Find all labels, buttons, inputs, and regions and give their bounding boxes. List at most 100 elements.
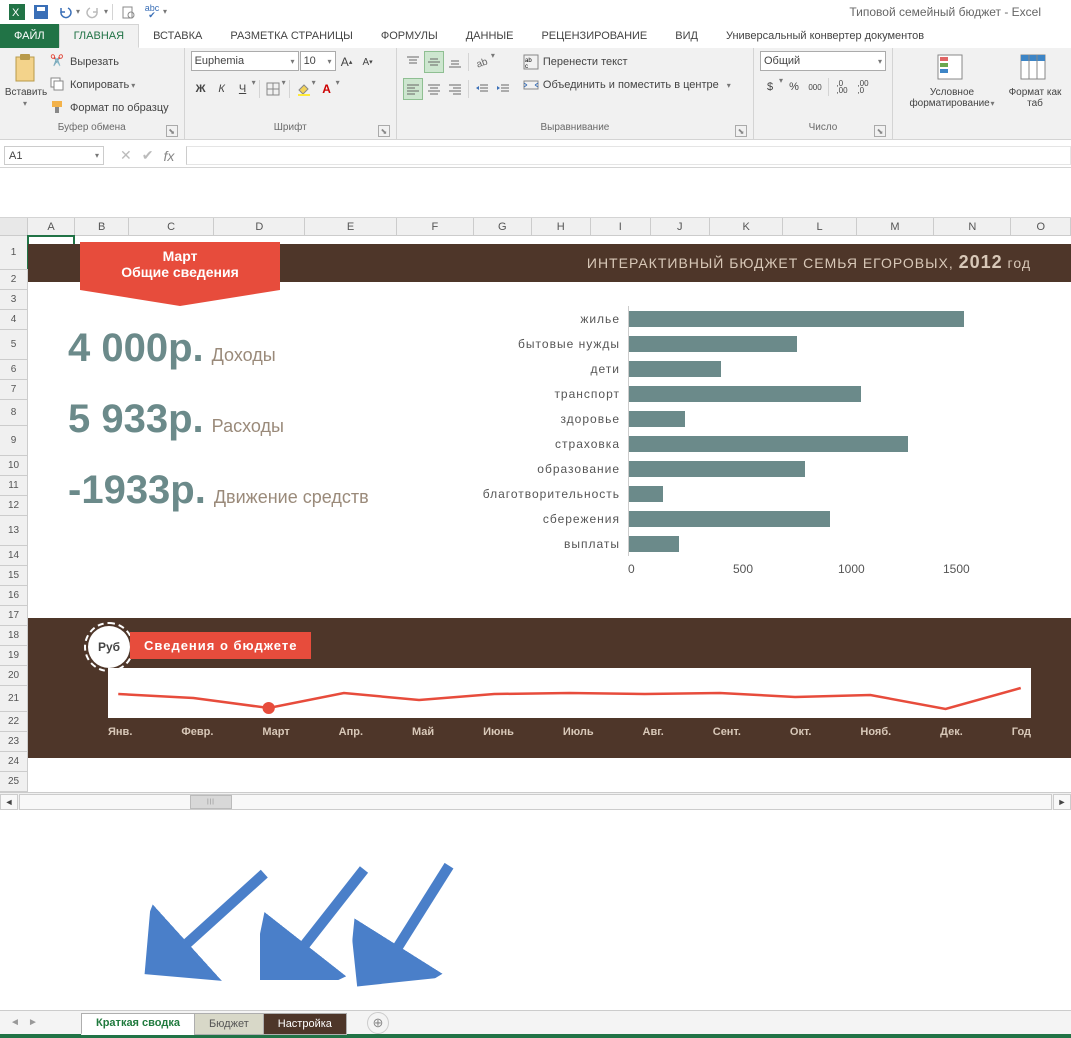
increase-decimal-icon[interactable]: ,0,00 — [832, 76, 852, 98]
sheet-tab[interactable]: Настройка — [263, 1013, 347, 1035]
column-header[interactable]: G — [474, 218, 532, 235]
column-header[interactable]: I — [591, 218, 651, 235]
column-header[interactable]: M — [857, 218, 934, 235]
orientation-icon[interactable]: ab — [472, 51, 492, 73]
row-header[interactable]: 9 — [0, 426, 28, 456]
column-header[interactable]: O — [1011, 218, 1071, 235]
formula-input[interactable] — [186, 146, 1071, 165]
row-header[interactable]: 22 — [0, 712, 28, 732]
column-header[interactable]: H — [532, 218, 592, 235]
sheet-tab[interactable]: Бюджет — [194, 1013, 264, 1035]
new-sheet-button[interactable]: ⊕ — [367, 1012, 389, 1034]
font-size-select[interactable]: 10▾ — [300, 51, 336, 71]
italic-button[interactable]: К — [212, 78, 232, 100]
format-as-table-button[interactable]: Формат как таб — [1005, 51, 1065, 109]
number-format-select[interactable]: Общий▾ — [760, 51, 886, 71]
tab-nav-next[interactable]: ► — [24, 1014, 42, 1032]
percent-format-icon[interactable]: % — [784, 76, 804, 98]
fx-icon[interactable]: fx — [163, 148, 174, 164]
row-header[interactable]: 2 — [0, 270, 28, 290]
ribbon-tab-рецензирование[interactable]: РЕЦЕНЗИРОВАНИЕ — [527, 24, 661, 48]
decrease-font-icon[interactable]: A▾ — [358, 51, 378, 73]
row-header[interactable]: 21 — [0, 686, 28, 712]
comma-format-icon[interactable]: 000 — [805, 76, 825, 98]
row-header[interactable]: 5 — [0, 330, 28, 360]
conditional-formatting-button[interactable]: Условное форматирование ▾ — [899, 51, 1005, 109]
increase-indent-icon[interactable] — [493, 78, 513, 100]
scroll-left-icon[interactable]: ◄ — [0, 794, 18, 810]
clipboard-dialog-icon[interactable]: ⬊ — [166, 125, 178, 137]
ribbon-tab-главная[interactable]: ГЛАВНАЯ — [59, 24, 139, 48]
redo-dd[interactable]: ▾ — [104, 7, 108, 16]
row-header[interactable]: 19 — [0, 646, 28, 666]
row-header[interactable]: 11 — [0, 476, 28, 496]
bold-button[interactable]: Ж — [191, 78, 211, 100]
row-header[interactable]: 23 — [0, 732, 28, 752]
align-center-icon[interactable] — [424, 78, 444, 100]
align-bottom-icon[interactable] — [445, 51, 465, 73]
underline-button[interactable]: Ч — [233, 78, 253, 100]
row-header[interactable]: 25 — [0, 772, 28, 792]
row-header[interactable]: 4 — [0, 310, 28, 330]
ribbon-tab-универсальный конвертер документов[interactable]: Универсальный конвертер документов — [712, 24, 938, 48]
horizontal-scrollbar[interactable]: ◄ ||| ► — [0, 792, 1071, 810]
column-header[interactable]: L — [783, 218, 856, 235]
scroll-right-icon[interactable]: ► — [1053, 794, 1071, 810]
number-dialog-icon[interactable]: ⬊ — [874, 125, 886, 137]
sheet-tab[interactable]: Краткая сводка — [81, 1013, 195, 1035]
row-header[interactable]: 15 — [0, 566, 28, 586]
column-header[interactable]: C — [129, 218, 214, 235]
column-header[interactable]: F — [397, 218, 474, 235]
ribbon-tab-формулы[interactable]: ФОРМУЛЫ — [367, 24, 452, 48]
font-dialog-icon[interactable]: ⬊ — [378, 125, 390, 137]
row-header[interactable]: 13 — [0, 516, 28, 546]
row-header[interactable]: 20 — [0, 666, 28, 686]
merge-center-button[interactable]: Объединить и поместить в центре▾ — [523, 74, 731, 96]
row-header[interactable]: 16 — [0, 586, 28, 606]
column-header[interactable]: J — [651, 218, 711, 235]
tab-nav-prev[interactable]: ◄ — [6, 1014, 24, 1032]
font-color-icon[interactable]: А — [317, 78, 337, 100]
print-preview-icon[interactable] — [117, 2, 139, 22]
decrease-indent-icon[interactable] — [472, 78, 492, 100]
row-header[interactable]: 14 — [0, 546, 28, 566]
align-top-icon[interactable] — [403, 51, 423, 73]
ribbon-tab-файл[interactable]: ФАЙЛ — [0, 24, 59, 48]
cut-button[interactable]: ✂️Вырезать — [50, 51, 169, 73]
decrease-decimal-icon[interactable]: ,00,0 — [853, 76, 873, 98]
row-header[interactable]: 1 — [0, 236, 28, 270]
alignment-dialog-icon[interactable]: ⬊ — [735, 125, 747, 137]
ribbon-tab-разметка страницы[interactable]: РАЗМЕТКА СТРАНИЦЫ — [216, 24, 366, 48]
row-header[interactable]: 17 — [0, 606, 28, 626]
row-header[interactable]: 8 — [0, 400, 28, 426]
ribbon-tab-вставка[interactable]: ВСТАВКА — [139, 24, 216, 48]
font-name-select[interactable]: Euphemia▾ — [191, 51, 299, 71]
ribbon-tab-вид[interactable]: ВИД — [661, 24, 712, 48]
paste-button[interactable]: Вставить▾ — [6, 51, 46, 109]
undo-dd[interactable]: ▾ — [76, 7, 80, 16]
column-header[interactable]: E — [305, 218, 396, 235]
column-header[interactable]: N — [934, 218, 1011, 235]
spelling-icon[interactable]: abc✔ — [141, 2, 163, 22]
scroll-thumb[interactable]: ||| — [190, 795, 232, 809]
row-header[interactable]: 12 — [0, 496, 28, 516]
row-header[interactable]: 3 — [0, 290, 28, 310]
select-all-corner[interactable] — [0, 218, 28, 235]
column-header[interactable]: B — [75, 218, 129, 235]
column-header[interactable]: K — [710, 218, 783, 235]
fill-color-icon[interactable] — [293, 78, 313, 100]
align-middle-icon[interactable] — [424, 51, 444, 73]
wrap-text-button[interactable]: abcПеренести текст — [523, 51, 731, 73]
row-header[interactable]: 6 — [0, 360, 28, 380]
format-painter-button[interactable]: Формат по образцу — [50, 97, 169, 119]
row-header[interactable]: 18 — [0, 626, 28, 646]
row-header[interactable]: 7 — [0, 380, 28, 400]
borders-icon[interactable] — [263, 78, 283, 100]
redo-icon[interactable] — [82, 2, 104, 22]
accounting-format-icon[interactable]: $ — [760, 76, 780, 98]
name-box[interactable]: A1▾ — [4, 146, 104, 165]
row-header[interactable]: 24 — [0, 752, 28, 772]
align-left-icon[interactable] — [403, 78, 423, 100]
ribbon-tab-данные[interactable]: ДАННЫЕ — [452, 24, 528, 48]
column-header[interactable]: D — [214, 218, 305, 235]
